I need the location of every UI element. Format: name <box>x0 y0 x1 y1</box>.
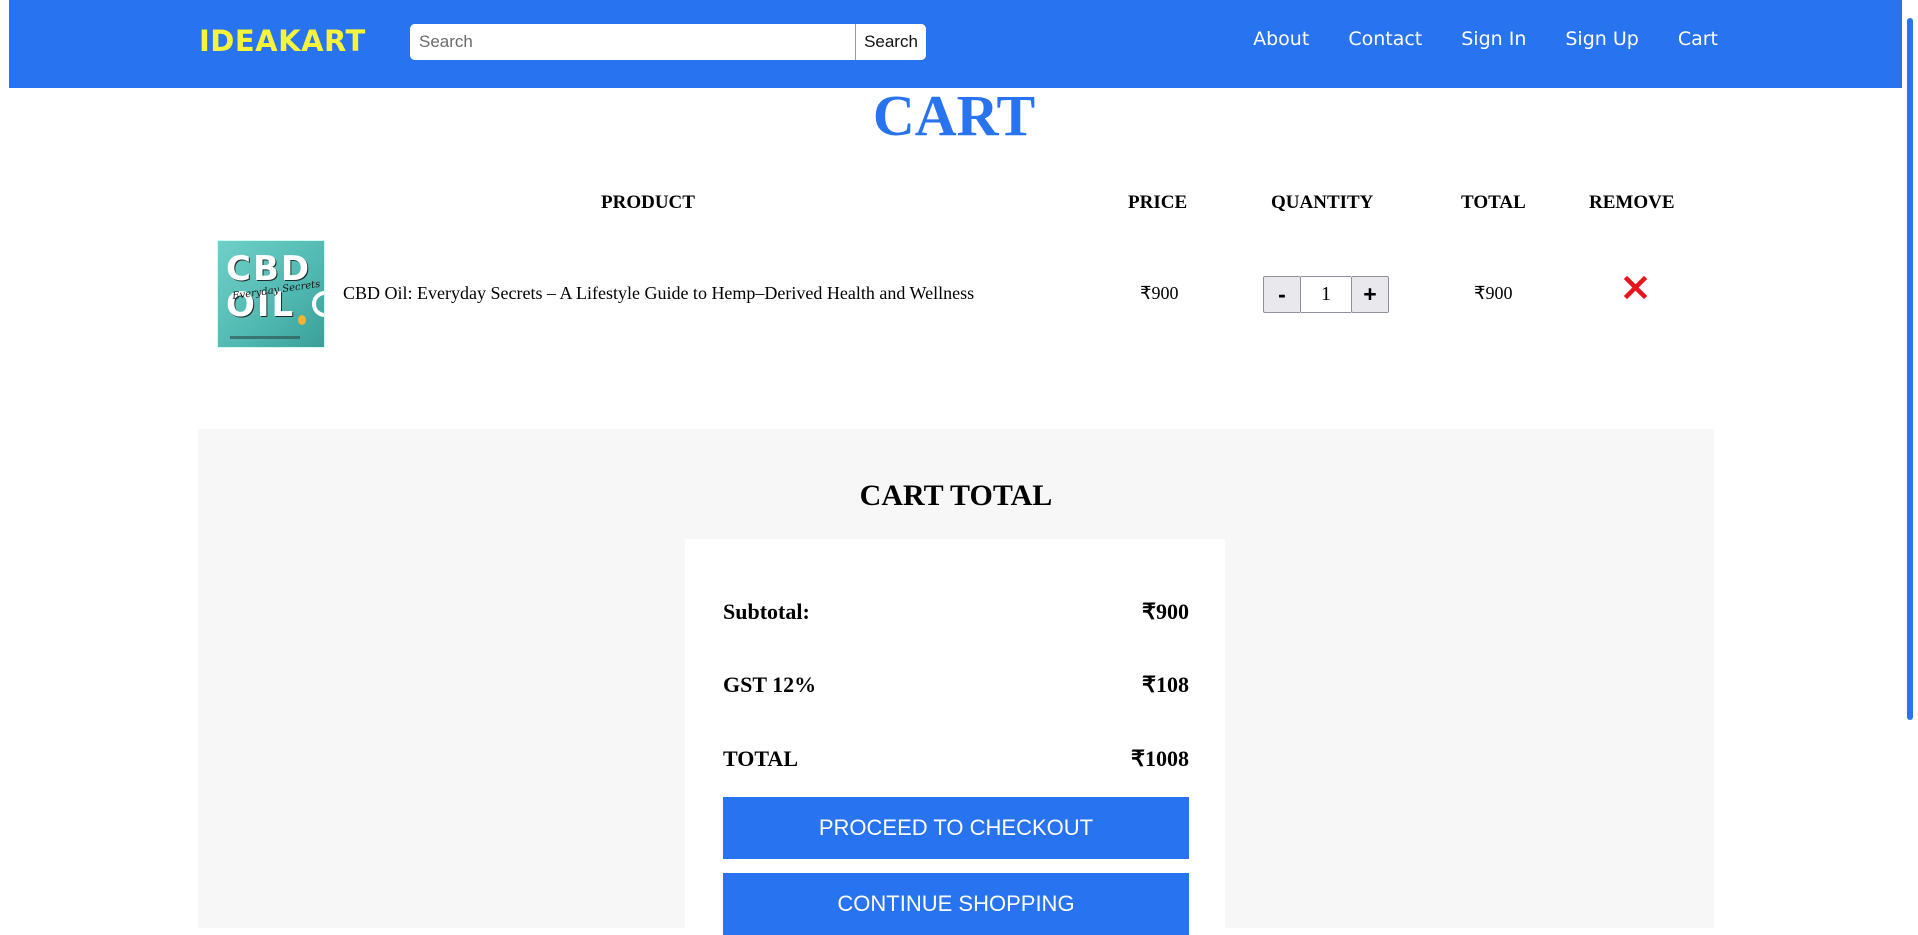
subtotal-value: ₹900 <box>1142 599 1189 624</box>
nav-link-about[interactable]: About <box>1253 28 1309 50</box>
cart-total-title: CART TOTAL <box>859 479 1053 512</box>
nav-links: About Contact Sign In Sign Up Cart <box>1214 28 1718 50</box>
cover-drop-graphic <box>298 315 306 325</box>
search-input[interactable] <box>410 24 855 60</box>
quantity-input[interactable] <box>1301 276 1351 313</box>
table-row: CBD OIL Everyday Secrets CBD Oil: Everyd… <box>199 238 1713 348</box>
gst-row: GST 12% ₹108 <box>723 672 1189 698</box>
product-price: ₹900 <box>1140 283 1179 303</box>
top-navbar: IDEAKART Search About Contact Sign In Si… <box>9 0 1902 88</box>
grand-total-label: TOTAL <box>723 746 798 771</box>
cover-footer-line <box>230 336 300 339</box>
gst-label: GST 12% <box>723 672 817 697</box>
column-header-product: PRODUCT <box>601 192 695 213</box>
quantity-stepper: - + <box>1263 276 1389 313</box>
cover-ring-graphic <box>312 291 324 317</box>
search-form: Search <box>410 24 926 60</box>
nav-link-sign-up[interactable]: Sign Up <box>1565 28 1638 50</box>
product-name[interactable]: CBD Oil: Everyday Secrets – A Lifestyle … <box>343 283 974 304</box>
column-header-price: PRICE <box>1128 192 1188 213</box>
page-title: CART <box>872 83 1036 148</box>
nav-link-cart[interactable]: Cart <box>1678 28 1718 50</box>
grand-total-row: TOTAL ₹1008 <box>723 746 1189 772</box>
cart-total-section: CART TOTAL Subtotal: ₹900 GST 12% ₹108 T… <box>198 429 1714 935</box>
cart-total-card: Subtotal: ₹900 GST 12% ₹108 TOTAL ₹1008 … <box>685 539 1225 935</box>
column-header-quantity: QUANTITY <box>1271 192 1374 213</box>
line-total: ₹900 <box>1474 283 1513 303</box>
column-header-remove: REMOVE <box>1589 192 1675 213</box>
proceed-to-checkout-button[interactable]: PROCEED TO CHECKOUT <box>723 797 1189 859</box>
grand-total-value: ₹1008 <box>1131 746 1189 771</box>
search-button[interactable]: Search <box>855 24 926 60</box>
nav-link-sign-in[interactable]: Sign In <box>1461 28 1526 50</box>
continue-shopping-button[interactable]: CONTINUE SHOPPING <box>723 873 1189 935</box>
subtotal-label: Subtotal: <box>723 599 810 624</box>
product-thumbnail[interactable]: CBD OIL Everyday Secrets <box>217 240 325 348</box>
column-header-total: TOTAL <box>1461 192 1526 213</box>
nav-link-contact[interactable]: Contact <box>1348 28 1422 50</box>
brand-logo[interactable]: IDEAKART <box>199 24 366 58</box>
gst-value: ₹108 <box>1142 672 1189 697</box>
close-x-icon[interactable] <box>1623 275 1648 300</box>
subtotal-row: Subtotal: ₹900 <box>723 599 1189 625</box>
decrement-button[interactable]: - <box>1263 276 1301 313</box>
increment-button[interactable]: + <box>1351 276 1389 313</box>
